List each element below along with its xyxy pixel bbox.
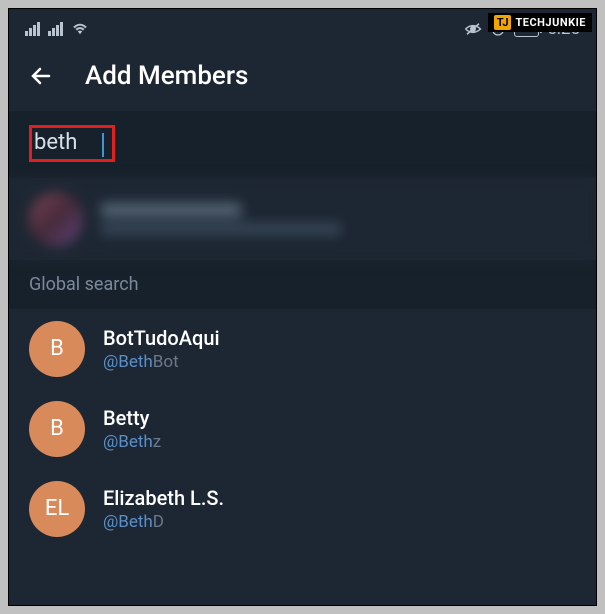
wifi-icon xyxy=(71,22,89,36)
page-title: Add Members xyxy=(85,61,248,91)
avatar: EL xyxy=(29,481,85,537)
contact-name: Betty xyxy=(103,406,161,430)
avatar xyxy=(29,192,83,246)
app-screen: TJ TECHJUNKIE xyxy=(8,8,597,606)
signal-icon xyxy=(25,22,40,36)
list-item[interactable]: B Betty @Bethz xyxy=(9,389,596,469)
search-highlight-box xyxy=(29,125,115,162)
search-input[interactable] xyxy=(34,130,104,155)
avatar: B xyxy=(29,321,85,377)
watermark-text: TECHJUNKIE xyxy=(515,16,586,29)
contact-username: @BethD xyxy=(103,512,224,532)
contact-username: @BethBot xyxy=(103,352,220,372)
list-item[interactable]: EL Elizabeth L.S. @BethD xyxy=(9,469,596,549)
blurred-text xyxy=(101,203,341,235)
contact-name: BotTudoAqui xyxy=(103,326,220,350)
section-header: Global search xyxy=(9,260,596,309)
header: Add Members xyxy=(9,47,596,111)
eye-icon xyxy=(464,22,482,36)
signal-icon-2 xyxy=(48,22,63,36)
back-icon[interactable] xyxy=(29,64,53,88)
list-item[interactable]: B BotTudoAqui @BethBot xyxy=(9,309,596,389)
avatar: B xyxy=(29,401,85,457)
watermark: TJ TECHJUNKIE xyxy=(488,13,592,32)
contact-username: @Bethz xyxy=(103,432,161,452)
watermark-badge: TJ xyxy=(494,15,512,30)
contact-name: Elizabeth L.S. xyxy=(103,486,224,510)
cursor-icon xyxy=(102,133,104,157)
blurred-contact[interactable] xyxy=(9,178,596,260)
search-area xyxy=(9,111,596,178)
